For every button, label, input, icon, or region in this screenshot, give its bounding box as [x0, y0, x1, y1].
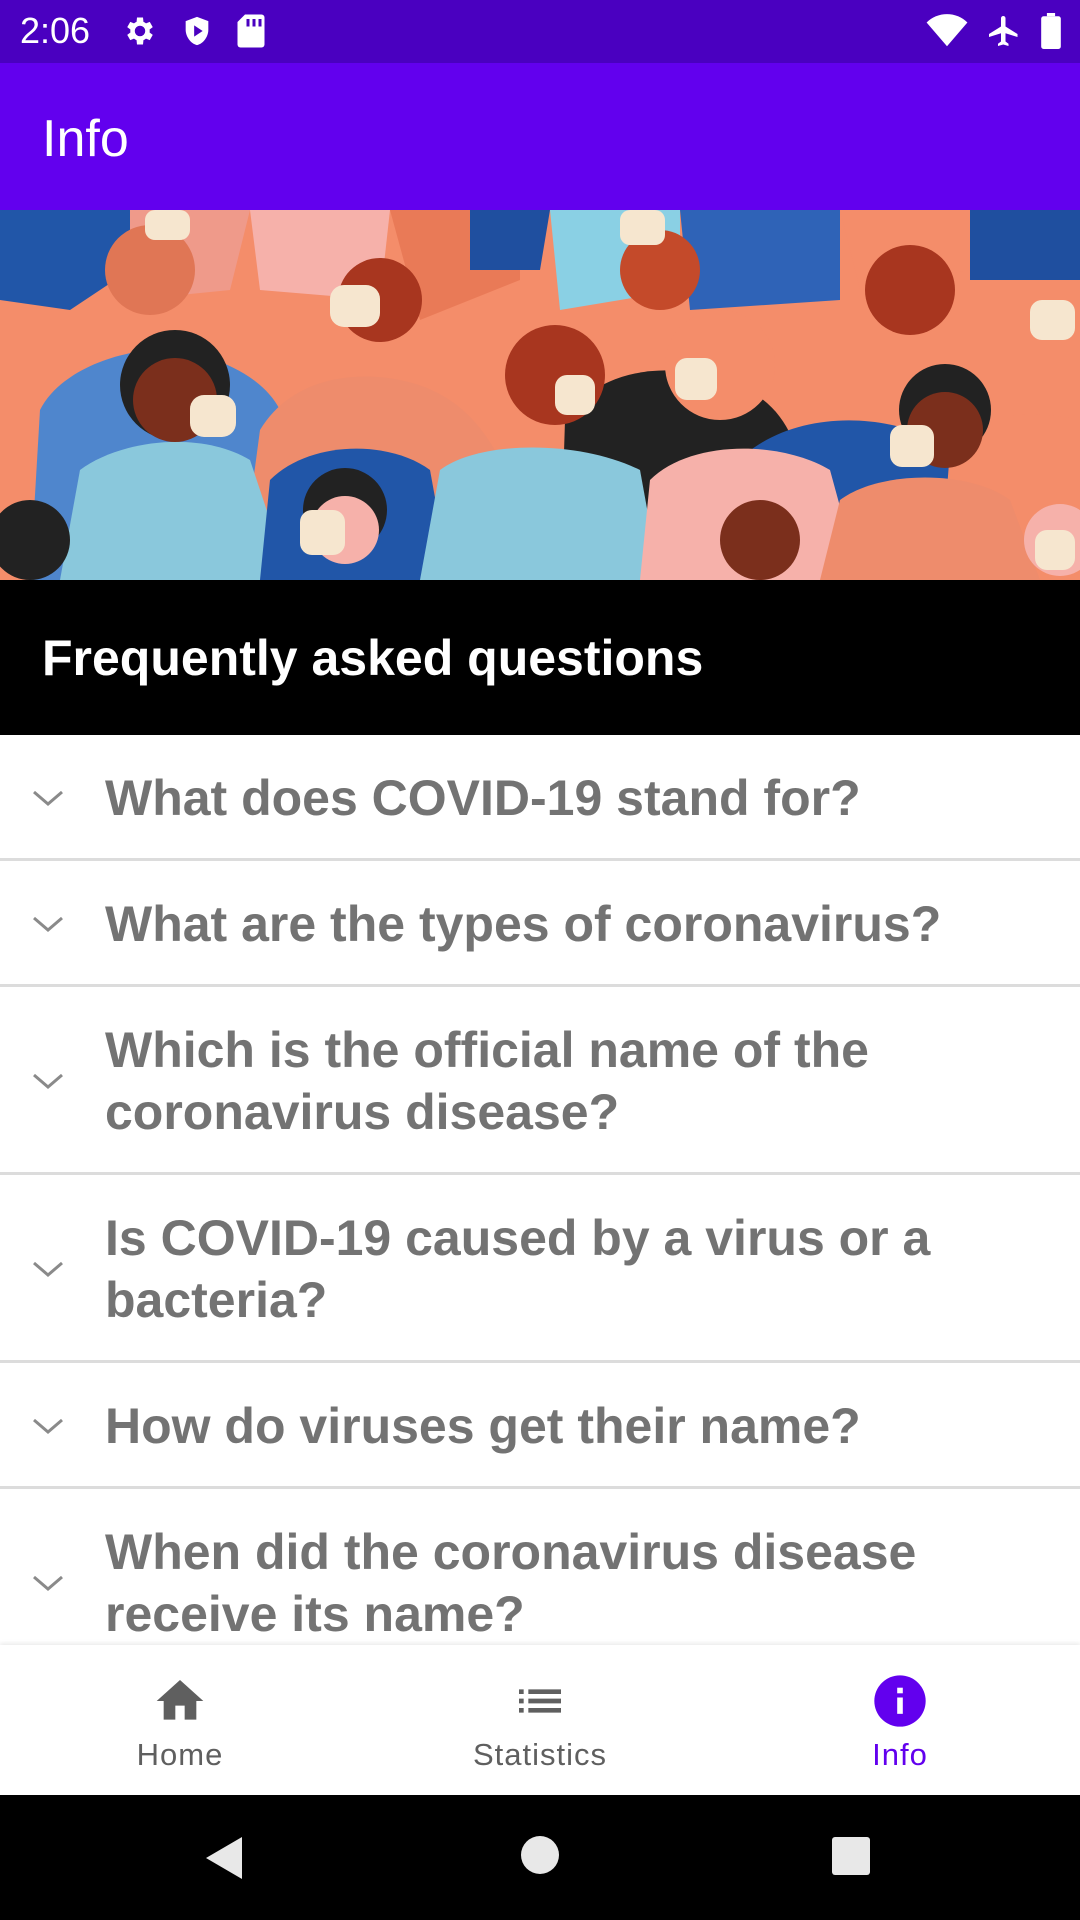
- status-time: 2:06: [20, 10, 91, 51]
- chevron-down-icon: [33, 916, 63, 932]
- faq-item-virus-or-bacteria[interactable]: Is COVID-19 caused by a virus or a bacte…: [0, 1175, 1080, 1363]
- faq-item-when-named[interactable]: When did the coronavirus disease receive…: [0, 1489, 1080, 1645]
- nav-label: Statistics: [472, 1737, 608, 1772]
- shield-play-icon: [180, 13, 214, 49]
- bottom-navigation: Home Statistics Info: [0, 1645, 1080, 1795]
- faq-item-official-name[interactable]: Which is the official name of the corona…: [0, 987, 1080, 1175]
- nav-label: Home: [136, 1737, 224, 1772]
- faq-item-types-of-coronavirus[interactable]: What are the types of coronavirus?: [0, 861, 1080, 987]
- wifi-icon: [926, 14, 968, 48]
- nav-info[interactable]: Info: [720, 1645, 1080, 1795]
- recents-icon[interactable]: [830, 1835, 872, 1877]
- chevron-down-icon: [33, 790, 63, 806]
- info-icon: [874, 1675, 926, 1727]
- chevron-down-icon: [33, 1073, 63, 1089]
- faq-question: When did the coronavirus disease receive…: [105, 1524, 917, 1642]
- nav-home[interactable]: Home: [0, 1645, 360, 1795]
- sd-card-icon: [236, 13, 266, 49]
- home-icon: [156, 1680, 204, 1720]
- app-bar: Info: [0, 63, 1080, 210]
- faq-question: What are the types of coronavirus?: [105, 896, 942, 952]
- gear-icon: [122, 13, 158, 49]
- system-navigation-bar: [0, 1795, 1080, 1920]
- faq-question: How do viruses get their name?: [105, 1398, 861, 1454]
- page-title: Info: [42, 110, 129, 168]
- faq-question: What does COVID-19 stand for?: [105, 770, 861, 826]
- hero-image: [0, 210, 1080, 580]
- faq-item-virus-names[interactable]: How do viruses get their name?: [0, 1363, 1080, 1489]
- nav-label: Info: [872, 1737, 928, 1772]
- faq-item-covid-stand-for[interactable]: What does COVID-19 stand for?: [0, 735, 1080, 861]
- faq-list[interactable]: What does COVID-19 stand for? What are t…: [0, 735, 1080, 1645]
- nav-statistics[interactable]: Statistics: [360, 1645, 720, 1795]
- airplane-icon: [986, 13, 1022, 49]
- faq-title: Frequently asked questions: [42, 630, 704, 686]
- faq-question: Is COVID-19 caused by a virus or a bacte…: [105, 1210, 931, 1328]
- home-button-icon[interactable]: [518, 1833, 562, 1877]
- back-icon[interactable]: [200, 1833, 250, 1883]
- chevron-down-icon: [33, 1575, 63, 1591]
- status-bar: 2:06: [0, 0, 1080, 63]
- list-icon: [519, 1689, 561, 1713]
- chevron-down-icon: [33, 1261, 63, 1277]
- crowd-illustration: [0, 210, 1080, 580]
- chevron-down-icon: [33, 1418, 63, 1434]
- battery-icon: [1040, 13, 1062, 49]
- faq-header: Frequently asked questions: [0, 580, 1080, 735]
- faq-question: Which is the official name of the corona…: [105, 1022, 869, 1140]
